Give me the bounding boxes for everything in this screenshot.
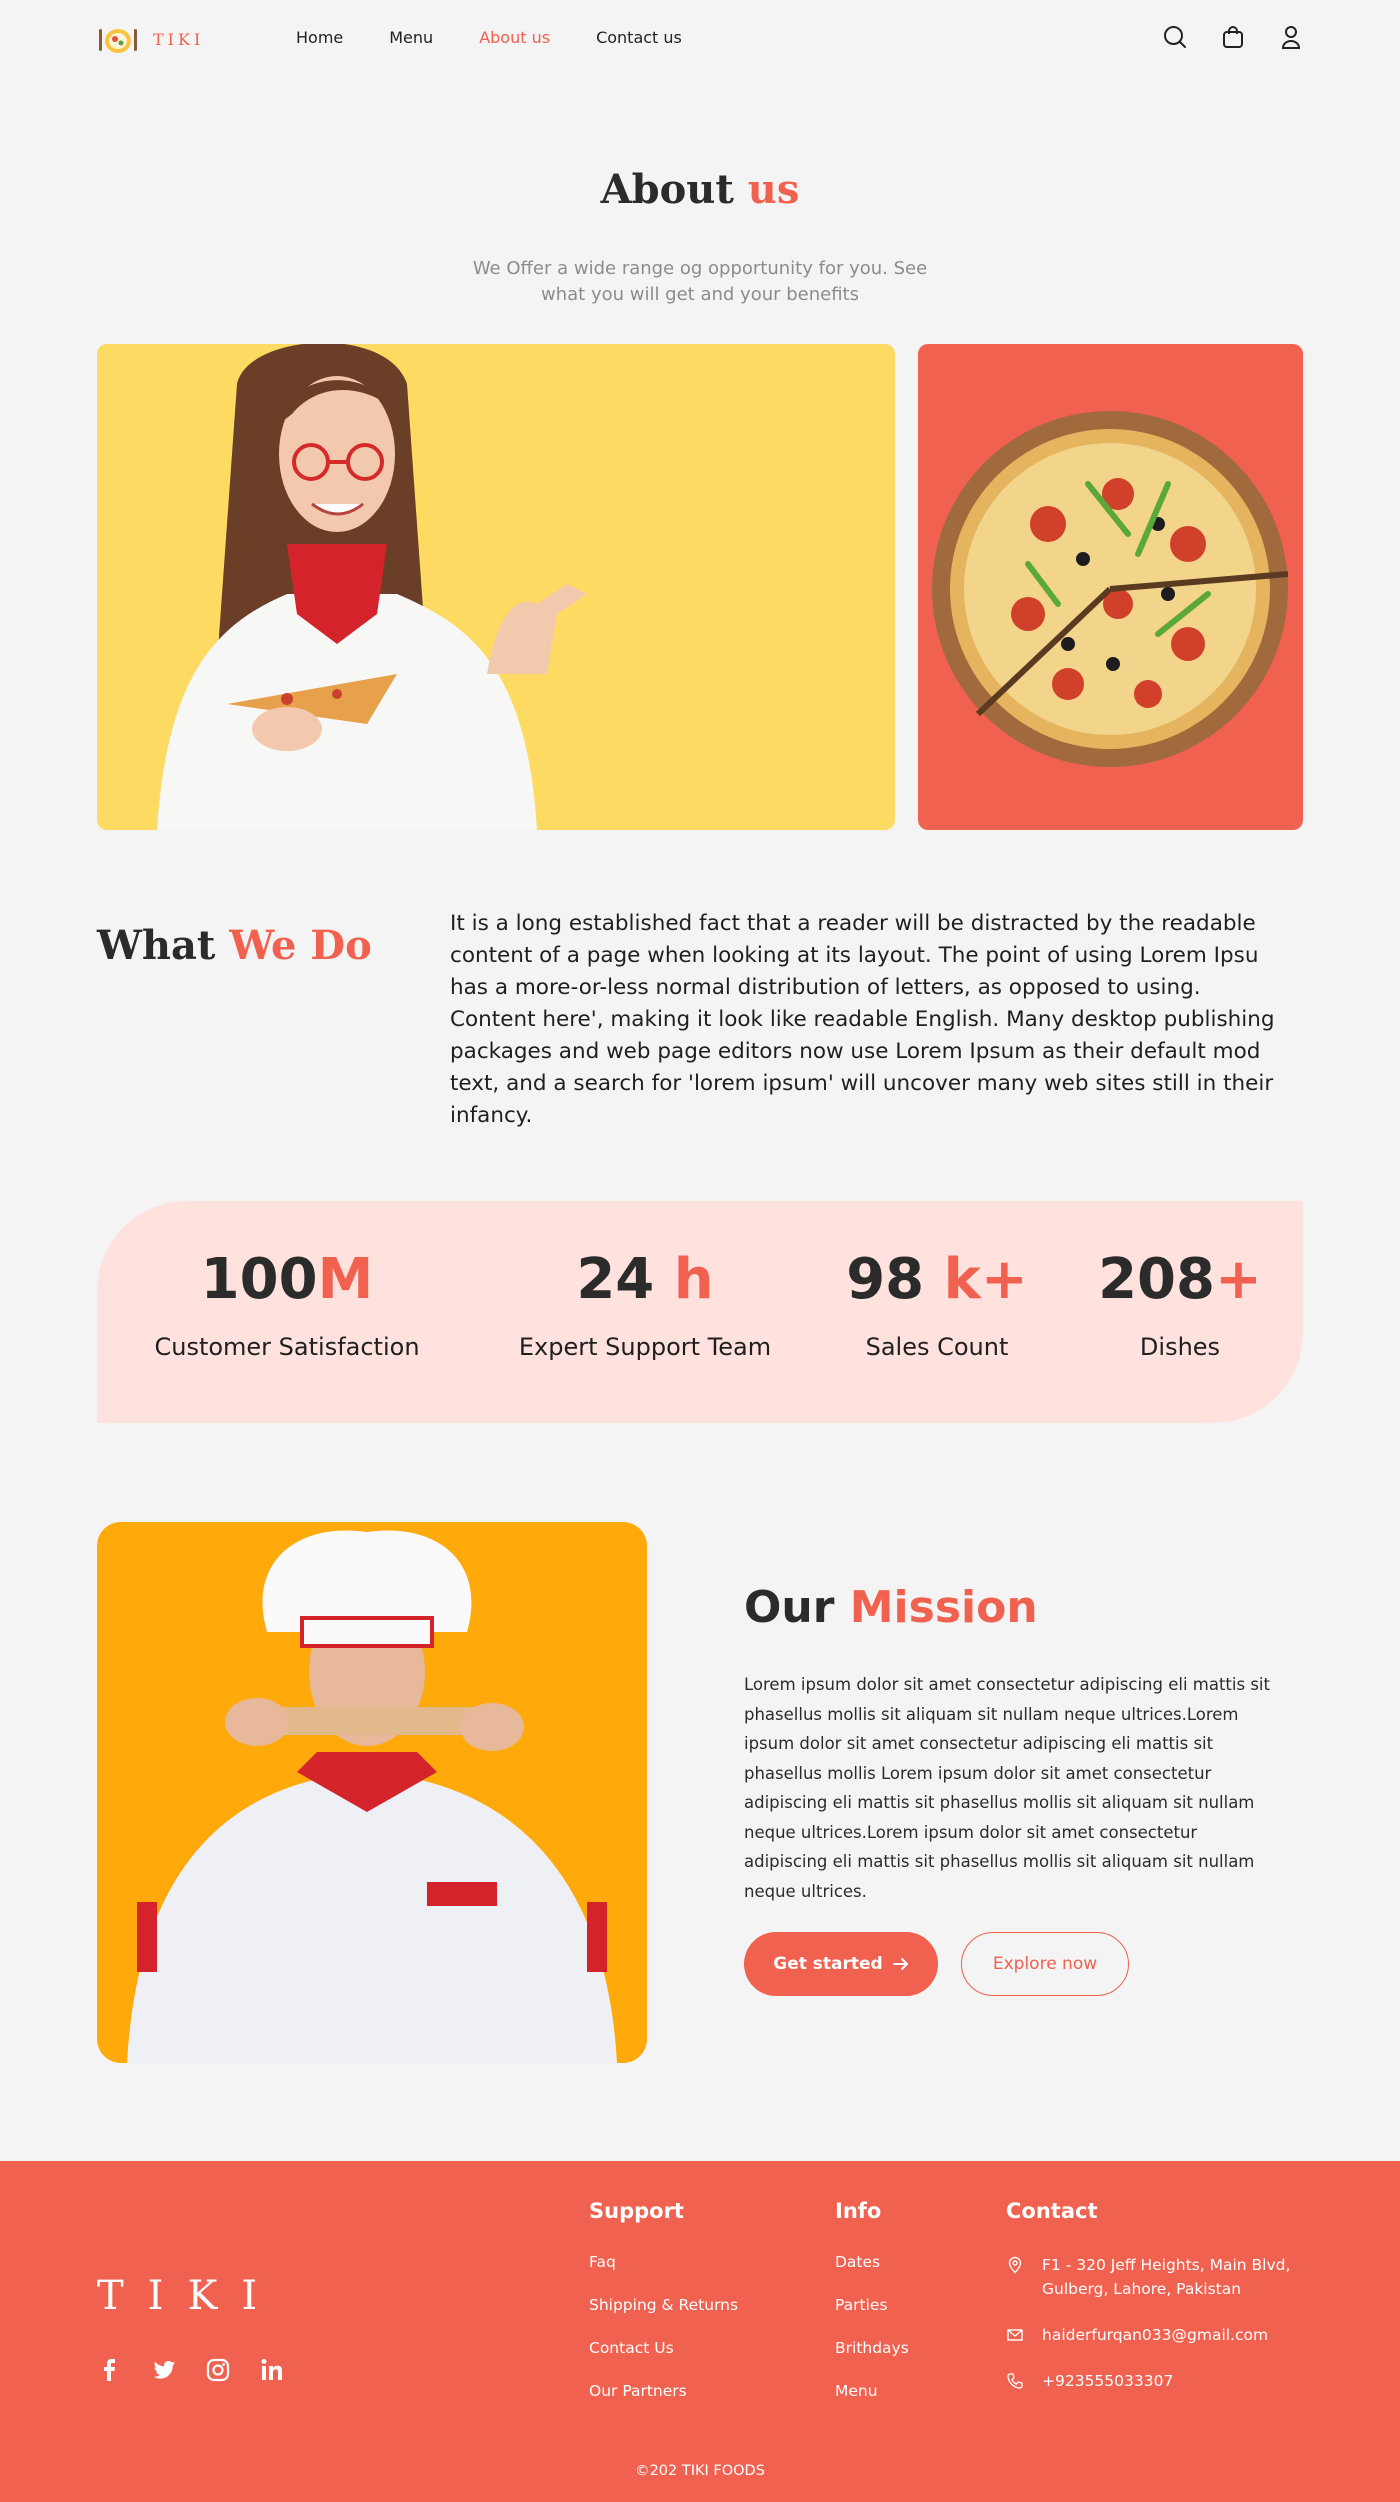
chef-with-rolling-pin-image	[97, 1522, 647, 2063]
stats-panel: 100M Customer Satisfaction 24 h Expert S…	[97, 1201, 1303, 1423]
nav-about-us[interactable]: About us	[479, 28, 550, 47]
email-text: haiderfurqan033@gmail.com	[1042, 2326, 1269, 2344]
stat-label: Dishes	[1139, 1333, 1221, 1361]
footer-link-menu[interactable]: Menu	[835, 2382, 909, 2400]
mission-text: Lorem ipsum dolor sit amet consectetur a…	[744, 1675, 1270, 1901]
facebook-icon[interactable]	[97, 2357, 123, 2383]
explore-now-button[interactable]: Explore now	[961, 1932, 1129, 1996]
footer-link-faq[interactable]: Faq	[589, 2253, 738, 2271]
stat-value: 98 k+	[846, 1247, 1028, 1312]
contact-heading: Contact	[1006, 2199, 1098, 2223]
twitter-icon[interactable]	[151, 2357, 177, 2383]
brand-name: TIKI	[153, 29, 205, 49]
arrow-right-icon	[892, 1958, 908, 1970]
nav-icons	[1162, 24, 1304, 50]
what-title-accent: We Do	[229, 922, 372, 969]
mission-title-accent: Mission	[849, 1582, 1038, 1633]
contact-phone[interactable]: +923555033307	[1006, 2369, 1306, 2393]
footer-info-column: Info Dates Parties Brithdays Menu	[835, 2199, 909, 2425]
footer-link-shipping-returns[interactable]: Shipping & Returns	[589, 2296, 738, 2314]
nav-links: Home Menu About us Contact us	[296, 28, 728, 47]
title-main: About	[600, 166, 734, 213]
page-title: About us	[0, 166, 1400, 213]
explore-now-label: Explore now	[992, 1954, 1098, 1974]
footer-contact-column: Contact F1 - 320 Jeff Heights, Main Blvd…	[1006, 2199, 1306, 2415]
woman-with-pizza-image	[97, 344, 895, 830]
phone-text: +923555033307	[1042, 2372, 1174, 2390]
stat-value: 24 h	[576, 1247, 714, 1312]
contact-address: F1 - 320 Jeff Heights, Main Blvd, Gulber…	[1006, 2253, 1306, 2301]
stat-sales-count: 98 k+ Sales Count	[837, 1245, 1037, 1361]
footer-link-contact-us[interactable]: Contact Us	[589, 2339, 738, 2357]
search-icon[interactable]	[1162, 24, 1188, 50]
pizza-illustration	[932, 411, 1289, 767]
footer-link-our-partners[interactable]: Our Partners	[589, 2382, 738, 2400]
what-we-do-text: It is a long established fact that a rea…	[450, 911, 1275, 1128]
info-heading: Info	[835, 2199, 882, 2223]
mail-icon	[1007, 2329, 1023, 2341]
location-pin-icon	[1008, 2256, 1022, 2274]
footer-link-dates[interactable]: Dates	[835, 2253, 909, 2271]
woman-illustration	[157, 344, 587, 830]
copyright-text: ©202 TIKI FOODS	[635, 2463, 765, 2479]
chef-illustration	[127, 1530, 617, 2063]
title-accent: us	[747, 166, 800, 213]
food-plate-logo-icon	[99, 29, 137, 53]
stat-dishes: 208+ Dishes	[1080, 1245, 1280, 1361]
footer-link-birthdays[interactable]: Brithdays	[835, 2339, 909, 2357]
footer-link-parties[interactable]: Parties	[835, 2296, 909, 2314]
get-started-label: Get started	[773, 1954, 883, 1974]
shopping-bag-icon[interactable]	[1220, 24, 1246, 50]
site-footer: TIKI Support Faq Shipping & Returns Cont…	[0, 2161, 1400, 2502]
stat-label: Expert Support Team	[518, 1333, 772, 1361]
top-navbar: TIKI Home Menu About us Contact us	[0, 0, 1400, 78]
social-links	[97, 2357, 285, 2383]
what-title-main: What	[97, 922, 216, 969]
footer-support-column: Support Faq Shipping & Returns Contact U…	[589, 2199, 738, 2425]
support-heading: Support	[589, 2199, 684, 2223]
what-we-do-title: What We Do	[97, 922, 372, 969]
mission-title-main: Our	[744, 1582, 835, 1633]
stat-value: 208+	[1098, 1247, 1262, 1312]
page-subtitle: We Offer a wide range og opportunity for…	[472, 258, 928, 305]
stat-customer-satisfaction: 100M Customer Satisfaction	[137, 1245, 437, 1361]
nav-menu[interactable]: Menu	[389, 28, 433, 47]
mission-title: Our Mission	[744, 1582, 1038, 1633]
brand-logo[interactable]: TIKI	[97, 24, 204, 54]
stat-label: Customer Satisfaction	[154, 1333, 420, 1361]
stat-expert-support: 24 h Expert Support Team	[495, 1245, 795, 1361]
nav-contact-us[interactable]: Contact us	[596, 28, 682, 47]
user-icon[interactable]	[1278, 24, 1304, 50]
stat-value: 100M	[200, 1247, 374, 1312]
get-started-button[interactable]: Get started	[744, 1932, 938, 1996]
linkedin-icon[interactable]	[259, 2357, 285, 2383]
instagram-icon[interactable]	[205, 2357, 231, 2383]
address-text: F1 - 320 Jeff Heights, Main Blvd, Gulber…	[1042, 2256, 1291, 2298]
pizza-image	[918, 344, 1303, 830]
phone-icon	[1007, 2373, 1023, 2389]
stat-label: Sales Count	[865, 1333, 1009, 1361]
nav-home[interactable]: Home	[296, 28, 343, 47]
footer-logo[interactable]: TIKI	[97, 2273, 281, 2319]
contact-email[interactable]: haiderfurqan033@gmail.com	[1006, 2323, 1306, 2347]
